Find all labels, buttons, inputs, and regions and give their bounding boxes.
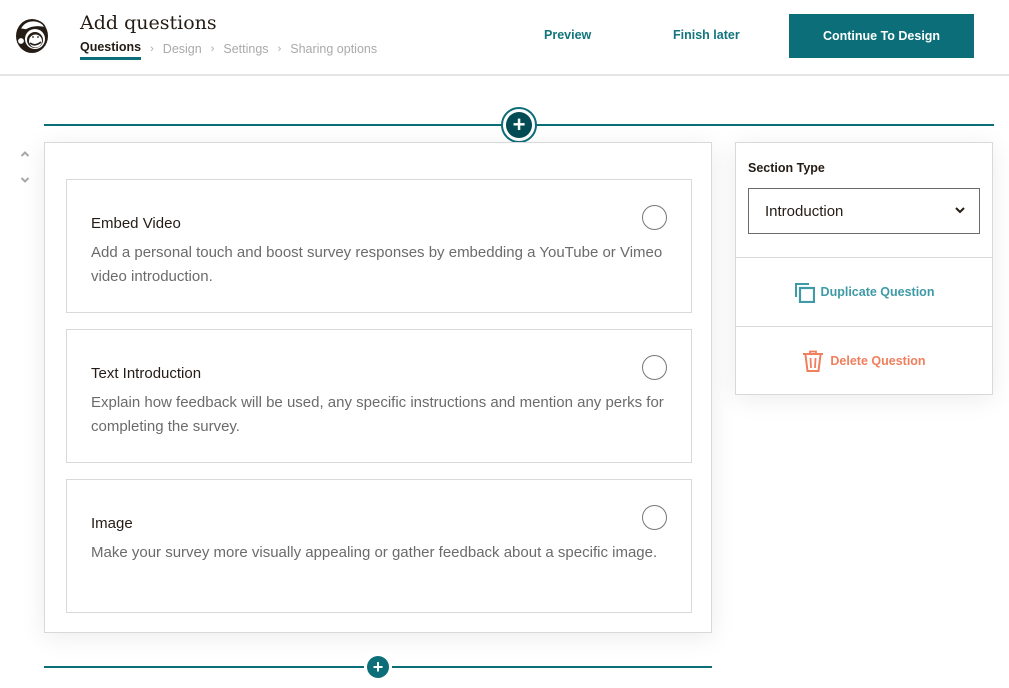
option-text-introduction[interactable]: Text Introduction Explain how feedback w… — [66, 329, 692, 463]
chevron-right-icon: › — [150, 42, 154, 55]
question-panel: Embed Video Add a personal touch and boo… — [44, 142, 712, 633]
plus-icon: + — [506, 112, 532, 138]
option-description: Add a personal touch and boost survey re… — [91, 244, 663, 285]
duplicate-question-label: Duplicate Question — [820, 285, 935, 299]
move-up-button[interactable] — [18, 147, 32, 161]
duplicate-icon — [794, 282, 815, 303]
app-header: Add questions Questions › Design › Setti… — [0, 0, 1009, 76]
move-down-button[interactable] — [18, 173, 32, 187]
chevron-down-icon — [20, 177, 30, 183]
duplicate-question-button[interactable]: Duplicate Question — [736, 258, 992, 326]
chevron-down-icon — [955, 207, 965, 214]
delete-question-button[interactable]: Delete Question — [736, 327, 992, 395]
step-questions[interactable]: Questions — [80, 40, 142, 60]
delete-question-label: Delete Question — [830, 354, 926, 368]
preview-link[interactable]: Preview — [544, 28, 591, 42]
finish-later-link[interactable]: Finish later — [673, 28, 740, 42]
section-type-select[interactable]: Introduction — [748, 188, 980, 234]
option-description: Explain how feedback will be used, any s… — [91, 394, 664, 435]
mailchimp-logo-icon[interactable] — [13, 16, 51, 54]
add-section-button-top[interactable]: + — [501, 107, 537, 143]
option-title: Text Introduction — [91, 365, 202, 382]
option-title: Embed Video — [91, 215, 181, 232]
page-title: Add questions — [80, 12, 217, 34]
chevron-right-icon: › — [277, 42, 282, 55]
step-sharing-options[interactable]: Sharing options — [290, 42, 377, 59]
chevron-right-icon: › — [210, 42, 215, 55]
option-description: Make your survey more visually appealing… — [91, 544, 658, 561]
step-settings[interactable]: Settings — [223, 42, 268, 59]
option-radio[interactable] — [642, 205, 667, 230]
option-image[interactable]: Image Make your survey more visually app… — [66, 479, 692, 613]
breadcrumb: Questions › Design › Settings › Sharing … — [80, 40, 377, 60]
section-type-label: Section Type — [748, 161, 825, 175]
option-radio[interactable] — [642, 505, 667, 530]
question-settings-panel: Section Type Introduction Duplicate Ques… — [735, 142, 993, 395]
option-embed-video[interactable]: Embed Video Add a personal touch and boo… — [66, 179, 692, 313]
step-design[interactable]: Design — [163, 42, 202, 59]
section-type-value: Introduction — [765, 203, 844, 220]
trash-icon — [803, 350, 824, 372]
add-section-button-bottom[interactable]: + — [364, 654, 392, 680]
continue-to-design-button[interactable]: Continue To Design — [789, 14, 974, 58]
option-title: Image — [91, 515, 133, 532]
chevron-up-icon — [20, 151, 30, 157]
plus-icon: + — [367, 656, 389, 678]
option-radio[interactable] — [642, 355, 667, 380]
